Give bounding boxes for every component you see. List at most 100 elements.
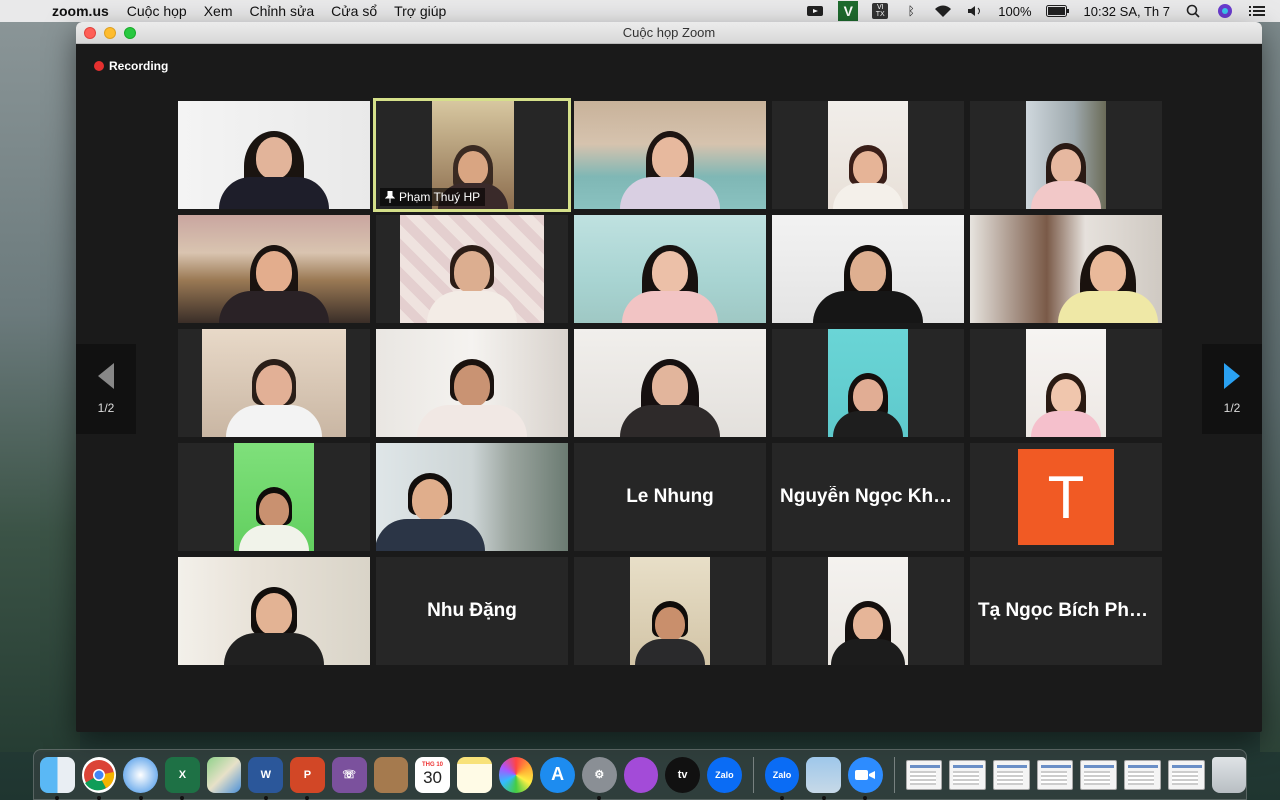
volume-icon[interactable] xyxy=(966,3,984,19)
menu-edit[interactable]: Chỉnh sửa xyxy=(250,3,315,19)
video-feed xyxy=(376,443,568,551)
powerpoint-icon[interactable]: P xyxy=(290,756,325,800)
page-indicator-left: 1/2 xyxy=(97,401,115,415)
participant-tile[interactable] xyxy=(376,215,568,323)
video-feed xyxy=(574,101,766,209)
system-preferences-icon[interactable]: ⚙ xyxy=(581,756,617,800)
participant-tile[interactable] xyxy=(574,329,766,437)
video-feed xyxy=(234,443,314,551)
chrome-icon[interactable] xyxy=(81,756,117,800)
participant-tile[interactable] xyxy=(178,215,370,323)
participant-tile[interactable] xyxy=(772,215,964,323)
participant-tile[interactable] xyxy=(178,101,370,209)
arrow-left-icon xyxy=(98,363,114,389)
app-menu[interactable]: zoom.us xyxy=(52,3,109,19)
participant-tile-active[interactable]: Phạm Thuý HP xyxy=(373,98,571,212)
v-status-icon[interactable]: V xyxy=(838,1,859,21)
gallery-grid: Phạm Thuý HP Le Nhung Nguyễn Ngọc Khá...… xyxy=(178,98,1162,665)
zalo-running-icon[interactable]: Zalo xyxy=(764,756,800,800)
zoom-icon[interactable] xyxy=(848,756,883,800)
siri-icon[interactable] xyxy=(1216,3,1234,19)
battery-icon[interactable] xyxy=(1045,3,1070,19)
window-titlebar[interactable]: Cuộc họp Zoom xyxy=(76,22,1262,44)
video-feed xyxy=(828,557,908,665)
photos-icon[interactable] xyxy=(498,756,534,793)
viber-icon[interactable]: ☏ xyxy=(331,756,367,793)
minimized-window-thumbnail[interactable] xyxy=(993,759,1030,790)
participant-tile[interactable] xyxy=(178,443,370,551)
participant-tile[interactable]: T xyxy=(970,443,1162,551)
video-feed xyxy=(1026,101,1106,209)
notification-center-icon[interactable] xyxy=(1248,3,1266,19)
zalo-icon[interactable]: Zalo xyxy=(707,756,742,793)
participant-tile[interactable] xyxy=(970,329,1162,437)
excel-icon[interactable]: X xyxy=(165,756,200,800)
calendar-day: 30 xyxy=(423,767,442,787)
participant-tile[interactable] xyxy=(970,215,1162,323)
video-feed xyxy=(970,215,1162,323)
maps-icon[interactable] xyxy=(206,756,242,793)
participant-tile[interactable] xyxy=(772,329,964,437)
zoom-status-icon[interactable] xyxy=(806,3,824,19)
finder-icon[interactable] xyxy=(40,756,75,800)
bluetooth-icon[interactable]: ᛒ xyxy=(902,3,920,19)
menu-view[interactable]: Xem xyxy=(204,3,233,19)
zoom-window: Cuộc họp Zoom Recording 1/2 1/2 Phạm Thu… xyxy=(76,22,1262,732)
wifi-icon[interactable] xyxy=(934,3,952,19)
apple-tv-icon[interactable]: tv xyxy=(665,756,700,793)
trash-icon[interactable] xyxy=(1211,756,1247,793)
participant-tile[interactable] xyxy=(772,557,964,665)
apple-tv-label: tv xyxy=(677,768,688,781)
participant-tile[interactable]: Tạ Ngọc Bích Phư... xyxy=(970,557,1162,665)
minimized-window-thumbnail[interactable] xyxy=(949,759,987,790)
preview-icon[interactable] xyxy=(806,756,842,800)
video-feed xyxy=(1026,329,1106,437)
minimized-window-thumbnail[interactable] xyxy=(1167,759,1205,790)
participant-tile[interactable] xyxy=(376,329,568,437)
video-feed xyxy=(178,215,370,323)
participant-name: Phạm Thuý HP xyxy=(399,190,481,204)
participant-tile[interactable] xyxy=(574,215,766,323)
word-icon[interactable]: W xyxy=(248,756,284,800)
safari-icon[interactable] xyxy=(123,756,159,800)
app-store-icon[interactable]: A xyxy=(540,756,575,793)
input-method-icon[interactable]: VI TX xyxy=(872,3,889,19)
participant-tile[interactable]: Nhu Đặng xyxy=(376,557,568,665)
wallpaper-right xyxy=(1260,22,1280,752)
participant-tile[interactable] xyxy=(178,329,370,437)
participant-tile[interactable] xyxy=(574,101,766,209)
arrow-right-icon xyxy=(1224,363,1240,389)
participant-name: Tạ Ngọc Bích Phư... xyxy=(978,600,1154,621)
recording-dot-icon xyxy=(94,61,104,71)
menu-window[interactable]: Cửa sổ xyxy=(331,3,377,19)
video-feed xyxy=(178,101,370,209)
participant-tile[interactable] xyxy=(772,101,964,209)
calendar-icon[interactable]: THG 10 30 xyxy=(415,756,450,793)
recording-label: Recording xyxy=(109,59,169,73)
recording-indicator[interactable]: Recording xyxy=(94,59,168,73)
minimized-window-thumbnail[interactable] xyxy=(905,759,943,790)
search-icon[interactable] xyxy=(1184,3,1202,19)
window-title: Cuộc họp Zoom xyxy=(622,25,716,40)
participant-tile[interactable] xyxy=(970,101,1162,209)
participant-tile[interactable] xyxy=(376,443,568,551)
podcasts-icon[interactable] xyxy=(623,756,659,793)
minimized-window-thumbnail[interactable] xyxy=(1036,759,1074,790)
participant-tile[interactable] xyxy=(178,557,370,665)
video-feed xyxy=(574,215,766,323)
zalo-label: Zalo xyxy=(715,769,734,780)
notes-icon[interactable] xyxy=(456,756,492,793)
participant-tile[interactable]: Le Nhung xyxy=(574,443,766,551)
participant-tile[interactable] xyxy=(574,557,766,665)
previous-page-button[interactable]: 1/2 xyxy=(76,344,136,434)
minimized-window-thumbnail[interactable] xyxy=(1080,759,1118,790)
next-page-button[interactable]: 1/2 xyxy=(1202,344,1262,434)
clock[interactable]: 10:32 SA, Th 7 xyxy=(1084,4,1171,19)
participant-tile[interactable]: Nguyễn Ngọc Khá... xyxy=(772,443,964,551)
contacts-icon[interactable] xyxy=(373,756,409,793)
menu-meeting[interactable]: Cuộc họp xyxy=(127,3,187,19)
wallpaper-left xyxy=(0,22,80,752)
minimized-window-thumbnail[interactable] xyxy=(1124,759,1161,790)
menu-help[interactable]: Trợ giúp xyxy=(394,3,446,19)
dock-separator xyxy=(752,756,754,793)
